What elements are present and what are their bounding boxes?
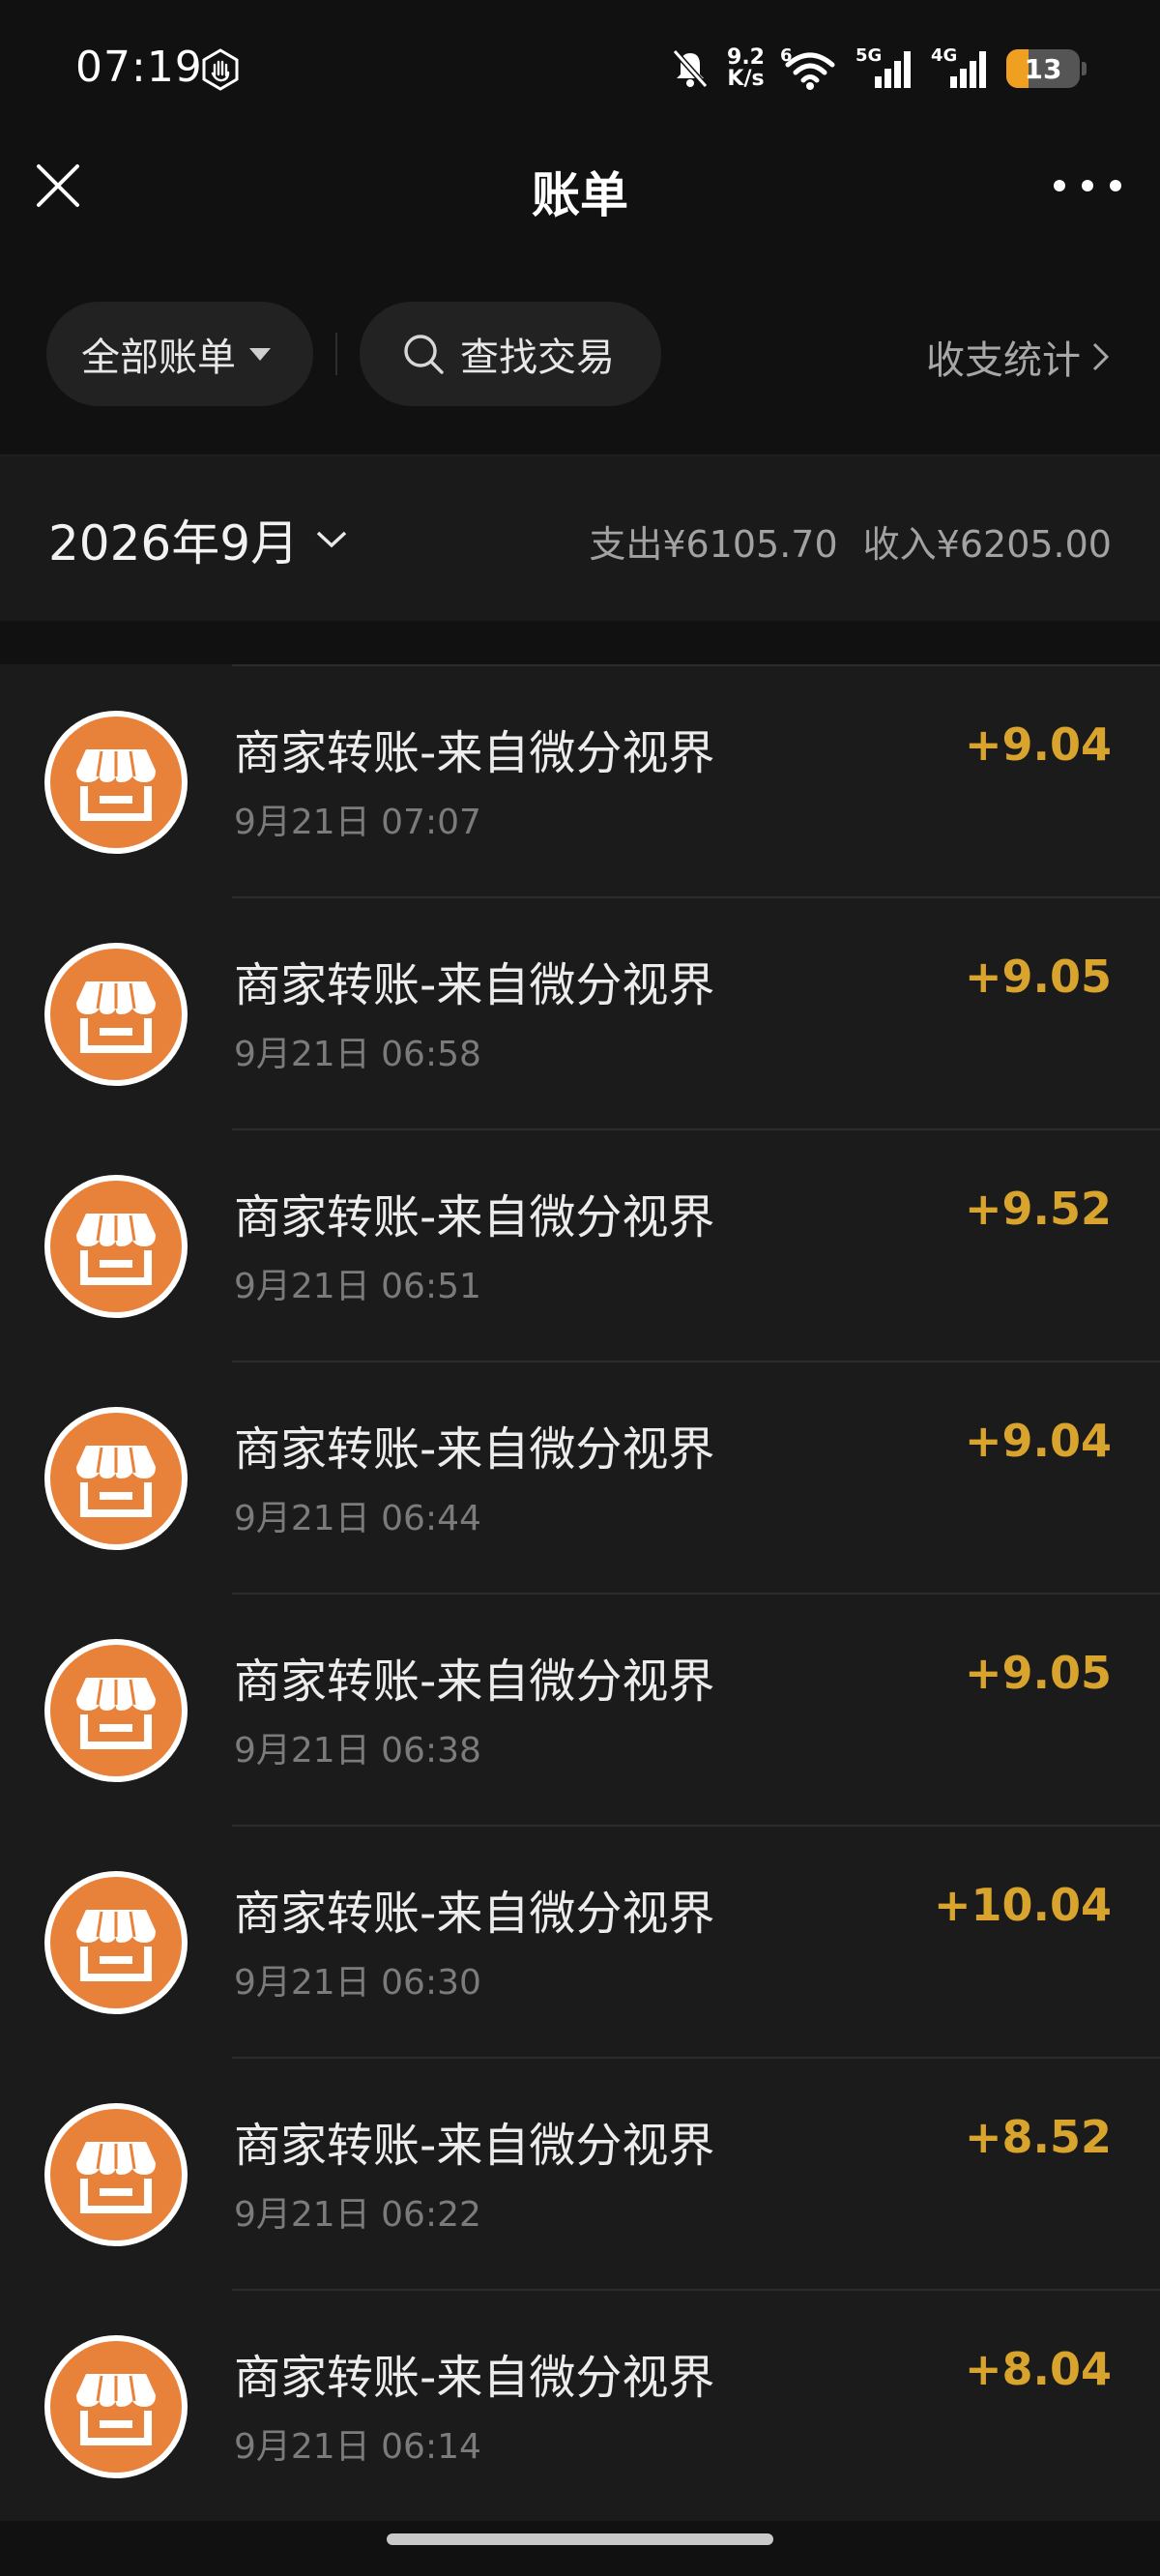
month-label: 2026年9月 xyxy=(48,515,300,571)
sim2-label: 4G xyxy=(931,45,958,66)
transaction-time: 9月21日 06:38 xyxy=(234,1731,481,1771)
expense-value: ¥6105.70 xyxy=(662,523,838,566)
transaction-amount: +9.52 xyxy=(964,1183,1112,1235)
transaction-list-inner: 商家转账-来自微分视界 9月21日 07:07 +9.04 商家转账-来自微分视… xyxy=(0,664,1160,2521)
row-divider xyxy=(232,664,1160,666)
home-indicator[interactable] xyxy=(387,2533,773,2545)
expense-total: 支出¥6105.70 xyxy=(589,514,837,568)
status-time: 07:19 xyxy=(75,43,203,92)
transaction-time: 9月21日 07:07 xyxy=(234,803,481,842)
transaction-title: 商家转账-来自微分视界 xyxy=(234,1654,715,1709)
storefront-icon xyxy=(44,1407,188,1550)
transaction-amount: +8.04 xyxy=(964,2343,1112,2395)
income-label: 收入 xyxy=(862,523,937,566)
transaction-time: 9月21日 06:22 xyxy=(234,2195,481,2235)
page-title: 账单 xyxy=(532,167,628,223)
expense-label: 支出 xyxy=(589,523,663,566)
income-value: ¥6205.00 xyxy=(936,523,1112,566)
transaction-time: 9月21日 06:51 xyxy=(234,1267,481,1306)
transaction-row[interactable]: 商家转账-来自微分视界 9月21日 06:38 +9.05 xyxy=(0,1593,1160,1825)
transaction-time: 9月21日 06:14 xyxy=(234,2427,481,2467)
transaction-title: 商家转账-来自微分视界 xyxy=(234,958,715,1012)
transaction-row[interactable]: 商家转账-来自微分视界 9月21日 06:14 +8.04 xyxy=(0,2289,1160,2521)
sim2-signal: 4G xyxy=(931,45,991,92)
transaction-amount: +9.04 xyxy=(964,718,1112,771)
transaction-title: 商家转账-来自微分视界 xyxy=(234,1887,715,1941)
mute-bell-icon xyxy=(672,49,709,88)
storefront-icon xyxy=(44,943,188,1086)
wifi-indicator: 6 xyxy=(780,45,840,92)
income-total: 收入¥6205.00 xyxy=(863,514,1112,568)
row-divider xyxy=(232,1593,1160,1595)
row-divider xyxy=(232,1128,1160,1130)
transaction-title: 商家转账-来自微分视界 xyxy=(234,2119,715,2173)
all-bills-label: 全部账单 xyxy=(81,336,236,380)
storefront-icon xyxy=(44,2103,188,2246)
transaction-row[interactable]: 商家转账-来自微分视界 9月21日 06:58 +9.05 xyxy=(0,896,1160,1128)
transaction-time: 9月21日 06:44 xyxy=(234,1499,481,1538)
all-bills-dropdown[interactable]: 全部账单 xyxy=(46,302,313,406)
transaction-list: 商家转账-来自微分视界 9月21日 07:07 +9.04 商家转账-来自微分视… xyxy=(0,621,1160,2521)
income-expense-stats-link[interactable]: 收支统计 xyxy=(926,329,1112,385)
filter-divider xyxy=(335,333,337,375)
transaction-amount: +9.05 xyxy=(964,951,1112,1003)
row-divider xyxy=(232,1825,1160,1827)
row-divider xyxy=(232,896,1160,898)
storefront-icon xyxy=(44,1871,188,2014)
transaction-title: 商家转账-来自微分视界 xyxy=(234,1190,715,1244)
transaction-row[interactable]: 商家转账-来自微分视界 9月21日 06:51 +9.52 xyxy=(0,1128,1160,1361)
transaction-time: 9月21日 06:30 xyxy=(234,1963,481,2003)
row-divider xyxy=(232,1361,1160,1362)
row-divider xyxy=(232,2289,1160,2291)
chevron-right-icon xyxy=(1092,342,1110,371)
hand-icon xyxy=(202,48,239,91)
transaction-time: 9月21日 06:58 xyxy=(234,1035,481,1074)
transaction-amount: +9.04 xyxy=(964,1415,1112,1467)
more-icon[interactable] xyxy=(1054,166,1121,205)
search-transactions-button[interactable]: 查找交易 xyxy=(360,302,661,406)
month-selector[interactable]: 2026年9月 xyxy=(48,505,349,574)
transaction-title: 商家转账-来自微分视界 xyxy=(234,726,715,780)
filter-bar: 全部账单 查找交易 收支统计 xyxy=(0,290,1160,454)
storefront-icon xyxy=(44,711,188,854)
transaction-amount: +9.05 xyxy=(964,1647,1112,1699)
caret-down-icon xyxy=(249,347,271,361)
stats-label: 收支统计 xyxy=(926,338,1081,383)
transaction-row[interactable]: 商家转账-来自微分视界 9月21日 06:22 +8.52 xyxy=(0,2057,1160,2289)
net-speed-value: 9.2 xyxy=(727,45,765,70)
battery-cap xyxy=(1082,62,1087,75)
net-speed: 9.2 K/s xyxy=(727,47,765,90)
storefront-icon xyxy=(44,2335,188,2478)
title-bar: 账单 xyxy=(0,145,1160,271)
wifi-badge: 6 xyxy=(780,45,793,66)
transaction-amount: +8.52 xyxy=(964,2111,1112,2163)
status-icons: 9.2 K/s 6 5G 4G 13 xyxy=(669,43,1087,95)
row-divider xyxy=(232,2057,1160,2059)
search-label: 查找交易 xyxy=(460,336,615,380)
storefront-icon xyxy=(44,1175,188,1318)
month-summary-bar: 2026年9月 支出¥6105.70 收入¥6205.00 xyxy=(0,454,1160,621)
transaction-row[interactable]: 商家转账-来自微分视界 9月21日 06:30 +10.04 xyxy=(0,1825,1160,2057)
storefront-icon xyxy=(44,1639,188,1782)
battery-indicator: 13 xyxy=(1006,49,1080,88)
status-bar: 07:19 9.2 K/s 6 5G 4G 13 xyxy=(0,0,1160,145)
sim1-signal: 5G xyxy=(856,45,915,92)
transaction-row[interactable]: 商家转账-来自微分视界 9月21日 06:44 +9.04 xyxy=(0,1361,1160,1593)
transaction-title: 商家转账-来自微分视界 xyxy=(234,2351,715,2405)
sim1-label: 5G xyxy=(856,45,883,66)
chevron-down-icon xyxy=(316,531,347,548)
transaction-title: 商家转账-来自微分视界 xyxy=(234,1422,715,1477)
net-speed-unit: K/s xyxy=(727,67,765,91)
transaction-row[interactable]: 商家转账-来自微分视界 9月21日 07:07 +9.04 xyxy=(0,664,1160,896)
month-totals: 支出¥6105.70 收入¥6205.00 xyxy=(589,514,1112,568)
search-icon xyxy=(404,335,444,374)
battery-level: 13 xyxy=(1024,52,1062,85)
transaction-amount: +10.04 xyxy=(933,1879,1112,1931)
